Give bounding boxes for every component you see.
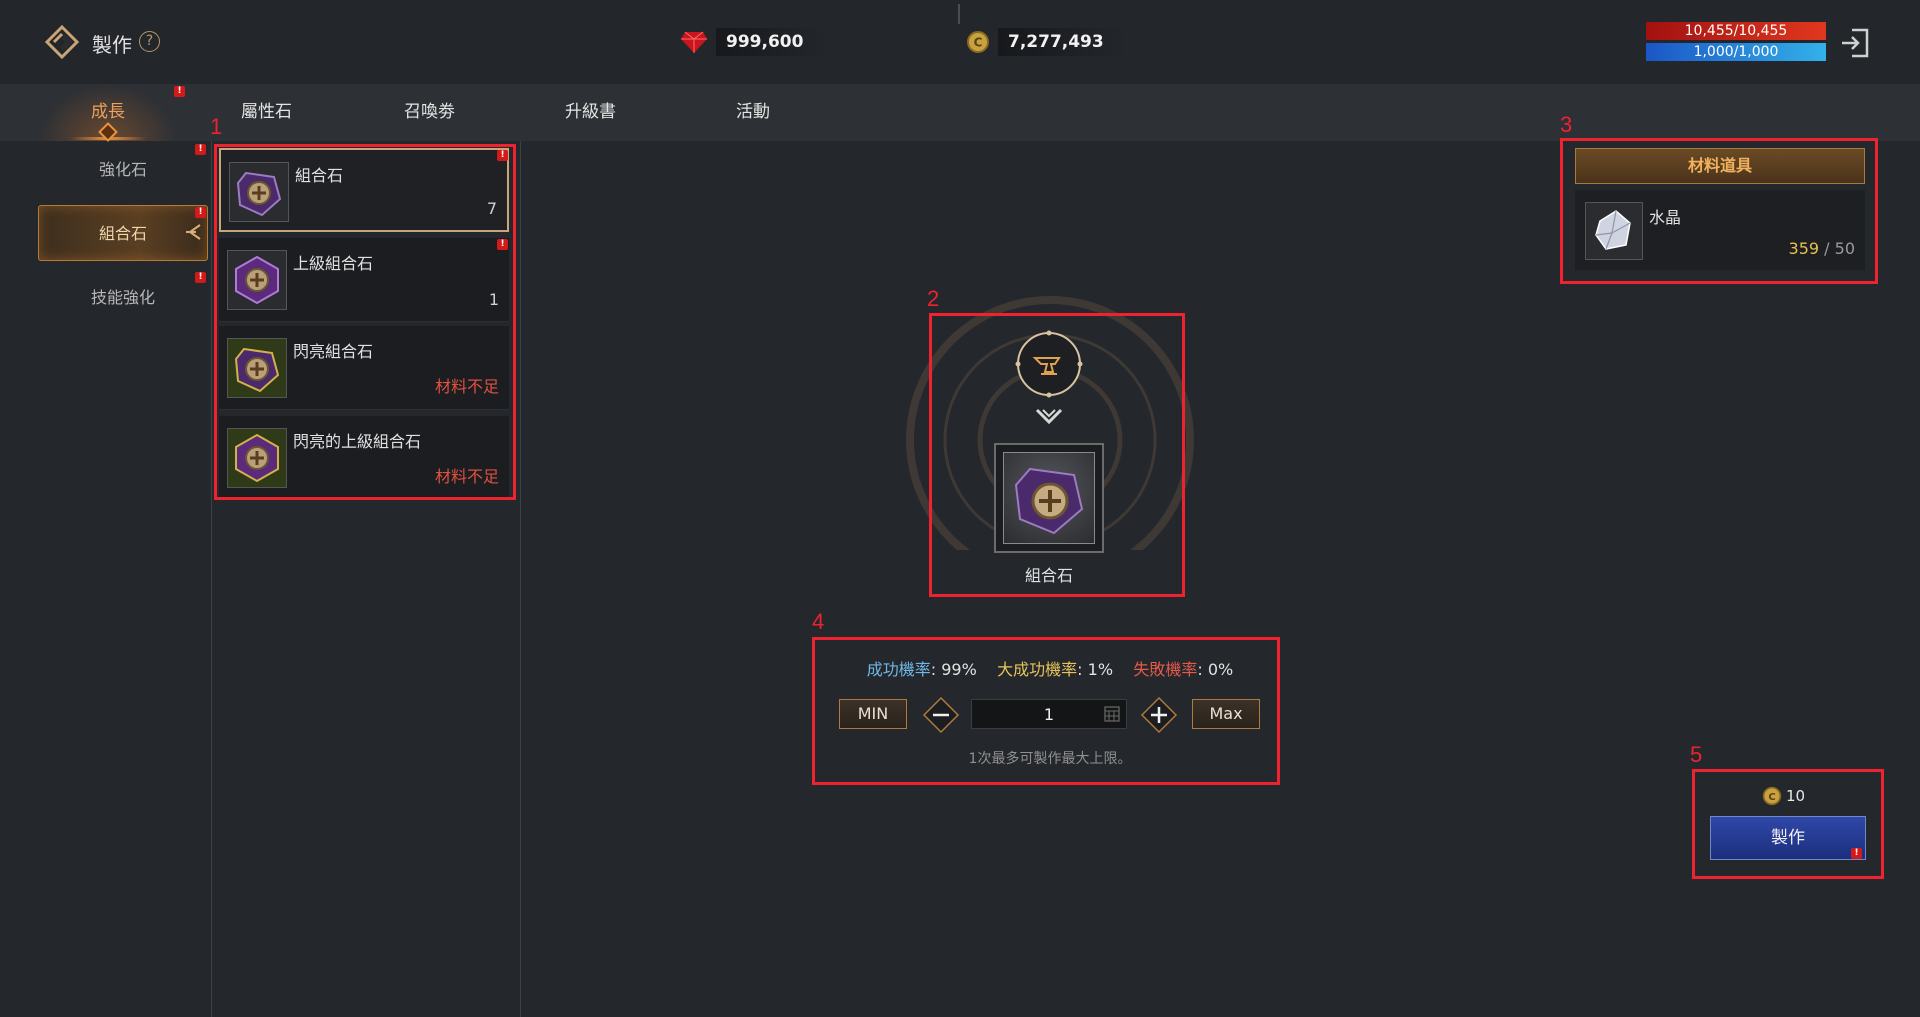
alert-badge-icon: !	[195, 207, 206, 218]
tab-event[interactable]: 活動	[736, 84, 770, 141]
alert-badge-icon: !	[195, 144, 206, 155]
annotation-number-5: 5	[1690, 742, 1703, 767]
annotation-box-1	[214, 144, 516, 500]
crafting-logo-icon	[44, 24, 80, 60]
annotation-box-3	[1560, 138, 1878, 284]
alert-badge-icon: !	[195, 272, 206, 283]
annotation-number-2: 2	[927, 286, 940, 311]
page-title: 製作	[92, 33, 132, 57]
ruby-amount: 999,600	[716, 28, 828, 56]
list-divider	[520, 141, 521, 1017]
annotation-box-4	[812, 637, 1280, 785]
sidebar-arrow-icon	[186, 224, 201, 240]
gold-currency: C 7,277,493	[966, 26, 1128, 58]
annotation-number-3: 3	[1560, 112, 1573, 137]
tab-attribute-stone[interactable]: 屬性石	[241, 84, 292, 141]
sidebar-item-skill-enhance[interactable]: 技能強化	[38, 270, 208, 326]
annotation-box-5	[1692, 769, 1884, 879]
sidebar-divider	[211, 141, 212, 1017]
svg-text:C: C	[974, 36, 983, 50]
help-icon[interactable]: ?	[139, 31, 160, 52]
ruby-currency: 999,600	[680, 26, 828, 58]
annotation-box-2	[929, 313, 1185, 597]
tab-summon-ticket[interactable]: 召喚劵	[404, 84, 455, 141]
annotation-number-4: 4	[812, 609, 825, 634]
tab-upgrade-book[interactable]: 升級書	[565, 84, 616, 141]
sidebar-item-enhance-stone[interactable]: 強化石	[38, 142, 208, 198]
mp-bar: 1,000/1,000	[1646, 43, 1826, 61]
annotation-number-1: 1	[210, 114, 223, 139]
hp-bar: 10,455/10,455	[1646, 22, 1826, 40]
top-bar: 製作 ? 999,600 C 7,277,493 10,455/10,455 1…	[0, 0, 1920, 84]
gold-amount: 7,277,493	[998, 28, 1128, 56]
ruby-gem-icon	[681, 31, 707, 53]
exit-icon[interactable]	[1838, 26, 1872, 60]
top-divider	[958, 4, 960, 24]
gold-coin-icon: C	[967, 31, 989, 53]
alert-badge-icon: !	[174, 86, 185, 97]
